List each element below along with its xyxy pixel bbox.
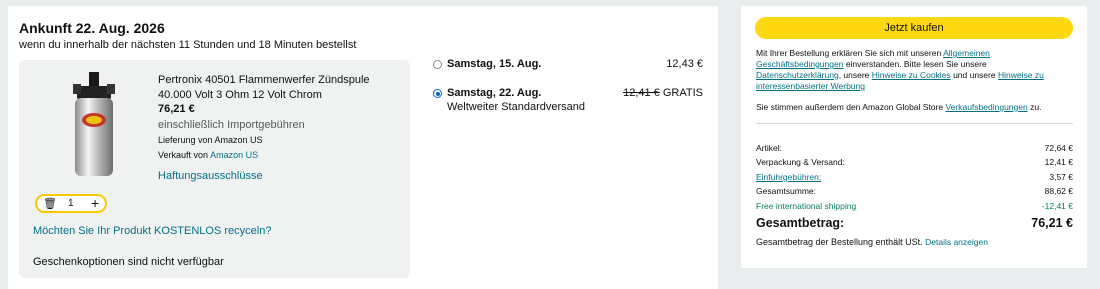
trash-icon[interactable]: 🗑 [43, 196, 57, 212]
recycle-link[interactable]: Möchten Sie Ihr Produkt KOSTENLOS recyce… [33, 225, 271, 237]
product-box: Pertronix 40501 Flammenwerfer Zündspule … [19, 60, 410, 278]
quantity-value: 1 [68, 198, 74, 209]
arrival-subtitle: wenn du innerhalb der nächsten 11 Stunde… [19, 39, 357, 51]
free-label: GRATIS [662, 87, 703, 99]
row-label: Free international shipping [756, 201, 857, 211]
store-terms-link[interactable]: Verkaufsbedingungen [945, 102, 1027, 112]
store-text-2: zu. [1030, 102, 1042, 112]
cookies-link[interactable]: Hinweise zu Cookies [872, 70, 951, 80]
total-row: Gesamtbetrag: 76,21 € [756, 216, 1073, 230]
product-price: 76,21 € [158, 103, 195, 115]
row-label: Gesamtsumme: [756, 186, 816, 196]
product-image[interactable] [59, 70, 129, 180]
row-label: Artikel: [756, 143, 782, 153]
legal-text-2: einverstanden. Bitte lesen Sie unsere [845, 59, 987, 69]
shipping-price-1: 12,43 € [666, 58, 703, 70]
import-fees-note: einschließlich Importgebühren [158, 119, 305, 131]
plus-icon[interactable]: + [91, 195, 99, 211]
total-value: 76,21 € [1031, 216, 1073, 230]
row-value: 3,57 € [1049, 172, 1073, 182]
total-label: Gesamtbetrag: [756, 216, 845, 230]
row-value: 72,64 € [1044, 143, 1073, 153]
buy-now-button[interactable]: Jetzt kaufen [755, 17, 1073, 39]
row-value: 88,62 € [1044, 186, 1073, 196]
order-details-card: Ankunft 22. Aug. 2026 wenn du innerhalb … [8, 6, 718, 289]
order-summary-card: Jetzt kaufen Mit Ihrer Bestellung erklär… [741, 6, 1087, 268]
store-text-1: Sie stimmen außerdem den Amazon Global S… [756, 102, 944, 112]
shipping-price-2: 12,41 € GRATIS [623, 87, 703, 99]
shipping-radio-1[interactable] [433, 60, 442, 69]
gift-options-note: Geschenkoptionen sind nicht verfügbar [33, 256, 224, 268]
legal-text: Mit Ihrer Bestellung erklären Sie sich m… [756, 48, 1074, 92]
import-fees-link[interactable]: Einfuhrgebühren: [756, 172, 821, 182]
row-value: 12,41 € [1044, 157, 1073, 167]
shipping-date-1[interactable]: Samstag, 15. Aug. [447, 58, 541, 70]
shipping-method-2: Weltweiter Standardversand [447, 101, 585, 113]
original-shipping-price: 12,41 € [623, 87, 660, 99]
sold-by-label: Verkauft von [158, 150, 209, 160]
summary-divider [756, 123, 1073, 124]
arrival-title: Ankunft 22. Aug. 2026 [19, 20, 165, 36]
legal-text-3: , unsere [838, 70, 870, 80]
tax-details-link[interactable]: Details anzeigen [925, 237, 988, 247]
liability-link[interactable]: Haftungsausschlüsse [158, 170, 263, 182]
shipping-date-2[interactable]: Samstag, 22. Aug. [447, 87, 541, 99]
product-title[interactable]: Pertronix 40501 Flammenwerfer Zündspule … [158, 73, 403, 103]
sold-by: Verkauft von Amazon US [158, 150, 258, 160]
tax-note: Gesamtbetrag der Bestellung enthält USt.… [756, 237, 988, 247]
seller-link[interactable]: Amazon US [210, 150, 258, 160]
shipping-radio-2[interactable] [433, 89, 442, 98]
tax-note-text: Gesamtbetrag der Bestellung enthält USt. [756, 237, 923, 247]
row-label: Verpackung & Versand: [756, 157, 845, 167]
legal-text-1: Mit Ihrer Bestellung erklären Sie sich m… [756, 48, 942, 58]
legal-text-4: und unsere [953, 70, 996, 80]
privacy-link[interactable]: Datenschutzerklärung [756, 70, 839, 80]
row-value: -12,41 € [1041, 201, 1073, 211]
delivery-note: Lieferung von Amazon US [158, 135, 263, 145]
quantity-stepper: 🗑 1 + [35, 194, 107, 213]
store-terms-text: Sie stimmen außerdem den Amazon Global S… [756, 102, 1074, 113]
